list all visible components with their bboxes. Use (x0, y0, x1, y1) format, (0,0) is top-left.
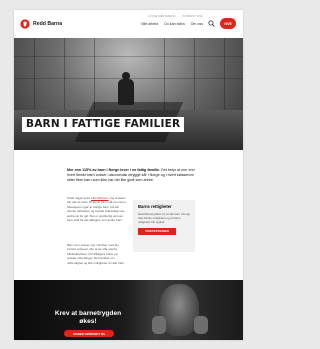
utility-link-kontakt[interactable]: KONTAKT OSS (183, 15, 203, 18)
utility-links: LYKKE MED BARNA KONTAKT OSS (148, 15, 203, 18)
rights-box: Barns rettigheter Redd Barna jobber for … (133, 200, 195, 252)
para1-rest: . Og andelen har økt de siste 15 årene f… (67, 196, 127, 223)
nav-item-arbeid[interactable]: Vårt arbeid (141, 22, 159, 26)
lead-paragraph: Mer enn 115% av barn i Norge lever i en … (67, 168, 197, 183)
main-nav: Vårt arbeid Du kan bidra Om oss (141, 22, 203, 26)
sign-petition-button[interactable]: SIGN PETISJONEN (138, 228, 176, 235)
redd-barna-logo-icon (20, 19, 30, 29)
site-header: Redd Barna LYKKE MED BARNA KONTAKT OSS V… (14, 10, 243, 38)
page: Redd Barna LYKKE MED BARNA KONTAKT OSS V… (14, 10, 243, 340)
child-silhouette-body (118, 79, 134, 105)
campaign-sign-button[interactable]: SIGNER OPPROPET NÅ (64, 330, 114, 337)
stat-link[interactable]: 115 000 barn (91, 196, 108, 200)
nav-item-om-oss[interactable]: Om oss (191, 22, 203, 26)
rights-box-title: Barns rettigheter (138, 204, 172, 209)
para1-prefix: Totalt utgjør dette (67, 196, 92, 200)
donate-button[interactable]: GIVE (220, 18, 236, 29)
body-paragraph-1: Totalt utgjør dette 115 000 barn. Og and… (67, 196, 127, 222)
brand-name: Redd Barna (33, 21, 63, 27)
nav-item-bidra[interactable]: Du kan bidra (164, 22, 184, 26)
rights-box-text: Redd Barna jobber for at alle barn i Nor… (138, 212, 190, 224)
utility-link-lykke[interactable]: LYKKE MED BARNA (148, 15, 175, 18)
hero-title: BARN I FATTIGE FAMILIER (22, 117, 185, 132)
campaign-banner (14, 280, 243, 340)
child-hand-right (194, 316, 208, 334)
hero-image (14, 38, 243, 150)
child-hand-left (152, 316, 166, 334)
campaign-title: Krev at barnetrygden økes! (54, 310, 122, 325)
body-paragraph-2: Barn som vokser opp i familier med lav i… (67, 243, 125, 265)
lead-bold: Mer enn 115% av barn i Norge lever i en … (67, 168, 161, 172)
logo[interactable]: Redd Barna (20, 19, 62, 29)
search-icon[interactable] (208, 20, 215, 27)
